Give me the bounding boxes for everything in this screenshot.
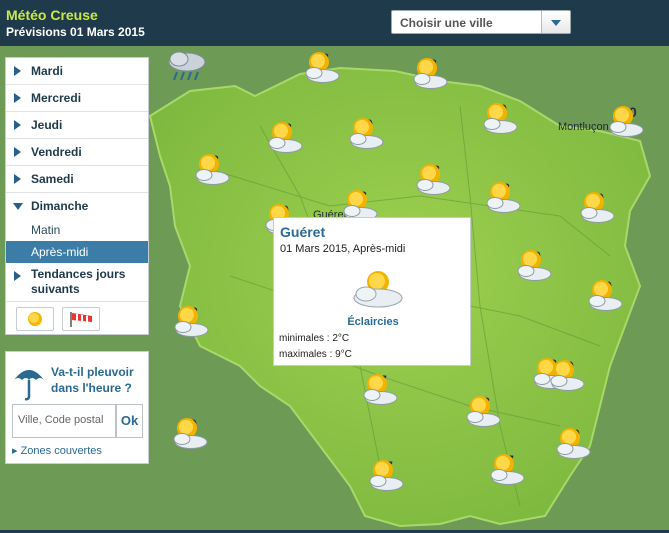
sun-cloud-icon	[609, 106, 644, 137]
sun-cloud-icon	[305, 52, 340, 83]
menu-period-label: Après-midi	[31, 245, 89, 259]
zones-link[interactable]: ▸ Zones couvertes	[12, 444, 102, 457]
menu-day[interactable]: Vendredi	[6, 139, 148, 166]
weather-station[interactable]: 8	[297, 50, 353, 102]
weather-station[interactable]: 8	[458, 394, 514, 446]
day-menu: Mardi Mercredi Jeudi Vendredi Samedi Dim…	[5, 57, 149, 335]
menu-day[interactable]: Samedi	[6, 166, 148, 193]
weather-station[interactable]: 8	[260, 120, 316, 172]
weather-station[interactable]: 8	[408, 162, 464, 214]
weather-station[interactable]: 10	[601, 104, 657, 156]
rain-cloud-icon	[168, 51, 206, 81]
popup-condition: Éclaircies	[347, 316, 399, 328]
city-select[interactable]: Choisir une ville	[391, 10, 571, 34]
menu-day-label: Jeudi	[31, 118, 63, 132]
page-subtitle: Prévisions 01 Mars 2015	[6, 25, 145, 39]
weather-station[interactable]: 8	[405, 56, 461, 108]
weather-station[interactable]: 8	[187, 152, 243, 204]
page-title: Météo Creuse	[6, 7, 98, 23]
weather-station[interactable]: 7	[361, 458, 417, 510]
menu-trends-label: Tendances jours suivants	[31, 267, 126, 296]
sun-cloud-icon	[466, 396, 501, 427]
wind-layer-toggle[interactable]	[62, 307, 100, 331]
sun-cloud-icon	[195, 154, 230, 185]
sun-cloud-icon	[580, 192, 615, 223]
sun-cloud-icon	[483, 103, 518, 134]
popup-max-temp: maximales : 9°C	[279, 349, 352, 360]
city-popup: Guéret 01 Mars 2015, Après-midi Éclairci…	[273, 217, 471, 366]
location-input[interactable]: Ville, Code postal	[12, 404, 116, 438]
layer-toggles	[6, 302, 148, 334]
weather-station[interactable]: 9	[509, 248, 565, 300]
city-select-label: Choisir une ville	[400, 16, 493, 30]
weather-station[interactable]: 9	[341, 116, 397, 168]
menu-period-label: Matin	[31, 223, 61, 237]
sun-cloud-icon	[349, 118, 384, 149]
weather-station[interactable]: 9	[572, 190, 628, 242]
windsock-icon	[70, 312, 92, 327]
sun-cloud-icon	[517, 250, 552, 281]
weather-station[interactable]: 9	[475, 101, 531, 153]
sun-cloud-icon	[173, 418, 208, 449]
sun-cloud-icon	[490, 454, 525, 485]
weather-station[interactable]: 9	[165, 416, 221, 468]
weather-station[interactable]: 7	[482, 452, 538, 504]
menu-day[interactable]: Mercredi	[6, 85, 148, 112]
rain-question: Va-t-il pleuvoir dans l'heure ?	[51, 365, 134, 395]
menu-day-open[interactable]: Dimanche	[6, 193, 148, 219]
sun-cloud-icon	[416, 164, 451, 195]
ok-button[interactable]: Ok	[116, 404, 143, 438]
weather-station[interactable]: 7	[355, 372, 411, 424]
sun-cloud-icon	[550, 360, 585, 391]
weather-station[interactable]: 9	[165, 50, 221, 102]
rain-widget: Va-t-il pleuvoir dans l'heure ? Ville, C…	[5, 351, 149, 464]
weather-station[interactable]: 9	[542, 358, 598, 410]
umbrella-icon	[14, 370, 44, 401]
menu-day-label: Mercredi	[31, 91, 82, 105]
sun-cloud-icon	[353, 271, 403, 308]
sun-cloud-icon	[363, 374, 398, 405]
chevron-down-icon[interactable]	[541, 11, 570, 33]
popup-min-temp: minimales : 2°C	[279, 333, 350, 344]
sun-cloud-icon	[369, 460, 404, 491]
menu-day[interactable]: Jeudi	[6, 112, 148, 139]
menu-period[interactable]: Matin	[6, 219, 148, 241]
menu-day-label: Dimanche	[31, 199, 89, 213]
menu-day-label: Samedi	[31, 172, 74, 186]
menu-day-label: Vendredi	[31, 145, 82, 159]
popup-city: Guéret	[280, 224, 326, 240]
weather-station[interactable]: 8	[166, 304, 222, 356]
sun-cloud-icon	[556, 428, 591, 459]
weather-station[interactable]: 8	[478, 180, 534, 232]
sun-cloud-icon	[268, 122, 303, 153]
sun-icon	[28, 312, 42, 326]
sun-cloud-icon	[413, 58, 448, 89]
menu-period-active[interactable]: Après-midi	[6, 241, 148, 263]
sun-cloud-icon	[486, 182, 521, 213]
weather-layer-toggle[interactable]	[16, 307, 54, 331]
app-window: Météo Creuse Prévisions 01 Mars 2015 Cho…	[0, 0, 669, 533]
weather-station[interactable]: 9	[580, 278, 636, 330]
menu-trends[interactable]: Tendances jours suivants	[6, 263, 148, 302]
menu-day[interactable]: Mardi	[6, 58, 148, 85]
weather-station[interactable]: 9	[548, 426, 604, 478]
popup-date: 01 Mars 2015, Après-midi	[280, 243, 406, 255]
sun-cloud-icon	[174, 306, 209, 337]
header: Météo Creuse Prévisions 01 Mars 2015 Cho…	[0, 0, 669, 46]
sun-cloud-icon	[588, 280, 623, 311]
menu-day-label: Mardi	[31, 64, 64, 78]
zones-link-label: Zones couvertes	[20, 445, 102, 457]
arrow-right-icon: ▸	[12, 445, 21, 457]
